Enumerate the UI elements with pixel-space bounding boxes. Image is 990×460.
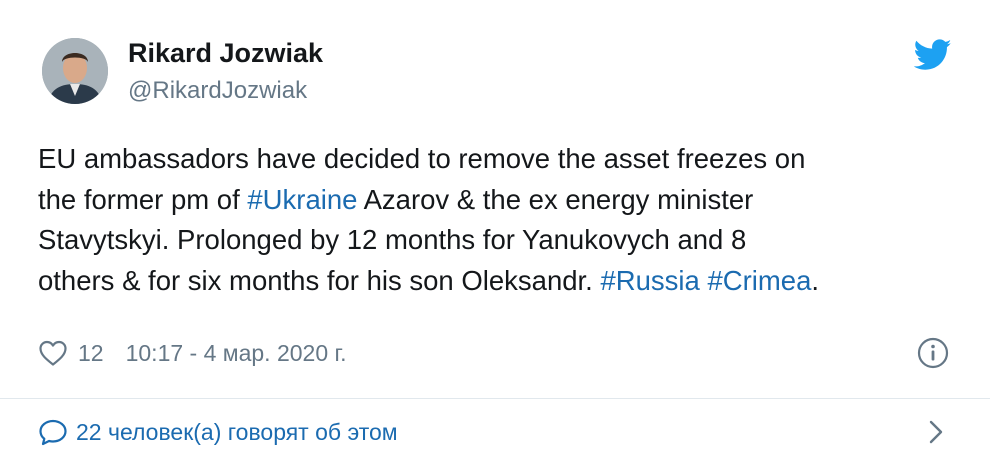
like-count: 12 — [78, 339, 104, 366]
tweet-line: EU ambassadors have decided to remove th… — [38, 139, 968, 180]
avatar[interactable] — [42, 38, 108, 104]
tweet-line: Stavytskyi. Prolonged by 12 months for Y… — [38, 220, 968, 261]
tweet-text-segment: . — [811, 264, 820, 296]
conversation-text: 22 человек(а) говорят об этом — [76, 418, 398, 445]
tweet-text: EU ambassadors have decided to remove th… — [38, 139, 968, 301]
tweet-text-segment: Stavytskyi. Prolonged by 12 months for Y… — [38, 224, 747, 255]
tweet-meta: 12 10:17 - 4 мар. 2020 г. — [38, 336, 346, 370]
tweet-line: the former pm of #Ukraine Azarov & the e… — [38, 180, 968, 221]
timestamp[interactable]: 10:17 - 4 мар. 2020 г. — [126, 340, 347, 367]
info-icon[interactable] — [917, 337, 949, 369]
tweet-text-segment: the former pm of — [38, 183, 248, 215]
speech-bubble-icon — [39, 419, 67, 446]
twitter-bird-icon[interactable] — [914, 39, 952, 71]
author-handle[interactable]: @RikardJozwiak — [128, 77, 307, 105]
chevron-right-icon[interactable] — [928, 418, 944, 446]
profile-photo — [42, 38, 108, 104]
hashtag-crimea[interactable]: #Crimea — [707, 265, 811, 296]
hashtag-ukraine[interactable]: #Ukraine — [247, 184, 357, 215]
author-name[interactable]: Rikard Jozwiak — [128, 38, 323, 69]
tweet-line: others & for six months for his son Olek… — [38, 261, 968, 302]
heart-icon[interactable] — [38, 339, 68, 367]
conversation-link[interactable]: 22 человек(а) говорят об этом — [38, 416, 398, 448]
hashtag-russia[interactable]: #Russia — [600, 265, 699, 296]
tweet-text-segment: EU ambassadors have decided to remove th… — [38, 143, 806, 174]
tweet-text-segment: others & for six months for his son Olek… — [38, 264, 601, 296]
tweet-text-segment: Azarov & the ex energy minister — [357, 183, 754, 215]
divider — [0, 398, 990, 399]
